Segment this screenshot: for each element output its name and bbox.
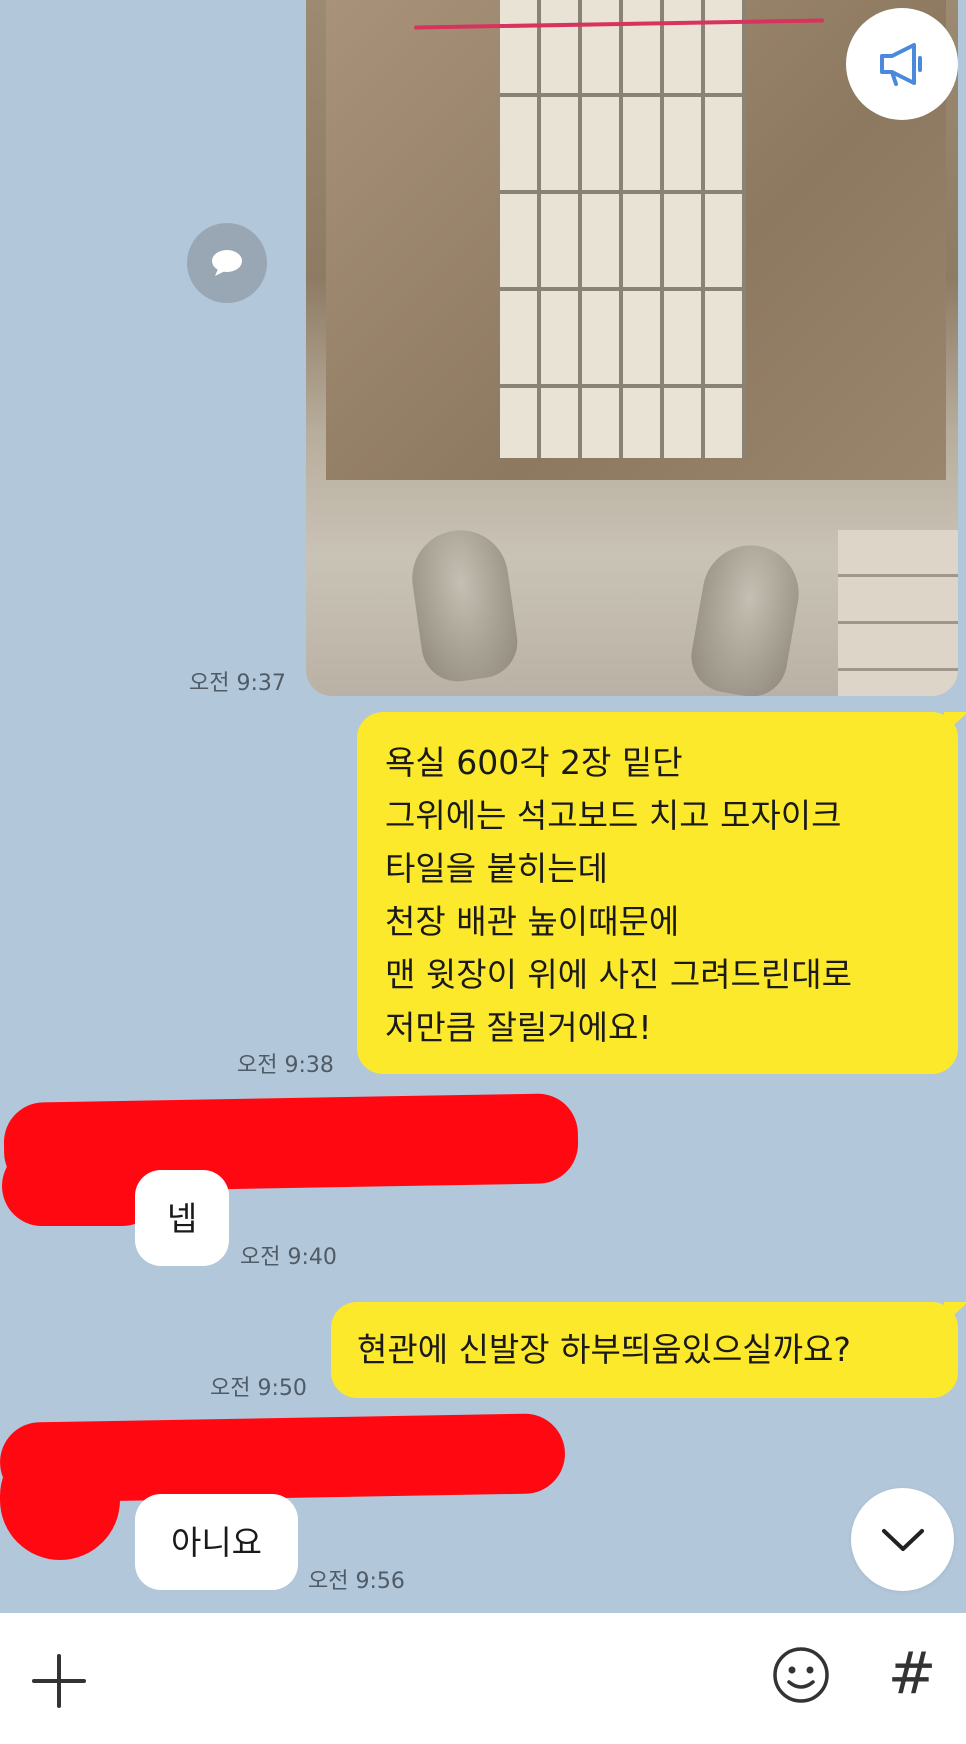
my-message-bubble[interactable]: 욕실 600각 2장 밑단 그위에는 석고보드 치고 모자이크 타일을 붙히는데… <box>357 712 966 1074</box>
redaction-mark <box>0 1436 120 1560</box>
message-line: 저만큼 잘릴거에요! <box>385 1008 652 1047</box>
message-time: 오전 9:56 <box>308 1569 405 1594</box>
message-line: 천장 배관 높이때문에 <box>385 902 680 941</box>
hash-icon: # <box>887 1639 937 1707</box>
message-time: 오전 9:38 <box>237 1053 334 1078</box>
message-text: 넵 <box>166 1199 198 1238</box>
plus-icon <box>32 1654 86 1708</box>
megaphone-icon <box>880 43 922 86</box>
attach-button[interactable] <box>30 1652 88 1710</box>
share-button[interactable] <box>187 223 267 303</box>
their-message-bubble[interactable]: 아니요 <box>135 1494 298 1590</box>
speech-bubble-icon <box>212 250 242 276</box>
message-text: 현관에 신발장 하부띄움있으실까요? <box>357 1330 851 1369</box>
my-message-bubble[interactable]: 현관에 신발장 하부띄움있으실까요? <box>331 1302 966 1398</box>
message-line: 맨 윗장이 위에 사진 그려드린대로 <box>385 955 852 994</box>
message-line: 타일을 붙히는데 <box>385 849 609 888</box>
hashtag-search-button[interactable]: # <box>882 1640 942 1706</box>
scroll-to-bottom-button[interactable] <box>851 1488 954 1591</box>
chevron-down-icon <box>881 1528 924 1551</box>
smiley-icon <box>773 1647 829 1703</box>
message-time: 오전 9:50 <box>210 1376 307 1401</box>
message-line: 그위에는 석고보드 치고 모자이크 <box>385 796 842 835</box>
announcement-button[interactable] <box>846 8 958 120</box>
emoji-button[interactable] <box>771 1645 831 1705</box>
message-line: 욕실 600각 2장 밑단 <box>385 743 683 782</box>
message-time: 오전 9:40 <box>240 1245 337 1270</box>
their-message-bubble[interactable]: 넵 <box>135 1170 229 1266</box>
shared-photo[interactable] <box>306 0 958 696</box>
message-text: 아니요 <box>170 1523 263 1562</box>
message-time: 오전 9:37 <box>189 671 286 696</box>
